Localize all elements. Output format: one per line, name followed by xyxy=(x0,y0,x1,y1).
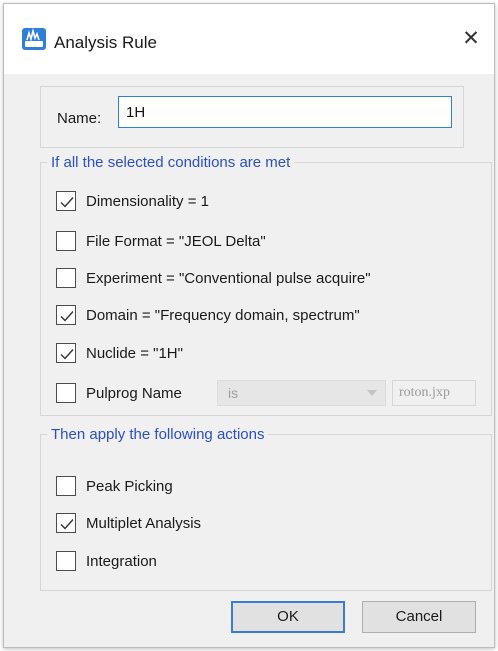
pulprog-value-field[interactable]: roton.jxp xyxy=(392,380,476,406)
action-multiplet-analysis-label: Multiplet Analysis xyxy=(86,514,202,532)
condition-pulprog-name-row[interactable]: Pulprog Name xyxy=(56,382,182,404)
app-icon xyxy=(22,27,46,50)
checkmark-icon xyxy=(60,519,74,530)
condition-domain-row[interactable]: Domain = "Frequency domain, spectrum" xyxy=(56,304,360,326)
condition-experiment-checkbox[interactable] xyxy=(56,268,76,288)
action-peak-picking-checkbox[interactable] xyxy=(56,476,76,496)
action-peak-picking-label: Peak Picking xyxy=(86,477,173,495)
name-label: Name: xyxy=(57,110,102,127)
condition-nuclide-checkbox[interactable] xyxy=(56,343,76,363)
name-input[interactable] xyxy=(118,96,452,128)
condition-pulprog-name-checkbox[interactable] xyxy=(56,383,76,403)
condition-domain-label: Domain = "Frequency domain, spectrum" xyxy=(86,306,360,324)
title-bar: Analysis Rule ✕ xyxy=(4,4,494,74)
cancel-button[interactable]: Cancel xyxy=(362,601,476,633)
conditions-title: If all the selected conditions are met xyxy=(47,154,295,171)
action-multiplet-analysis-checkbox[interactable] xyxy=(56,513,76,533)
condition-domain-checkbox[interactable] xyxy=(56,305,76,325)
name-section: Name: xyxy=(40,86,464,148)
condition-dimensionality-label: Dimensionality = 1 xyxy=(86,192,209,210)
condition-experiment-row[interactable]: Experiment = "Conventional pulse acquire… xyxy=(56,267,371,289)
checkmark-icon xyxy=(60,197,74,208)
action-integration-checkbox[interactable] xyxy=(56,551,76,571)
window-title: Analysis Rule xyxy=(54,33,157,52)
condition-pulprog-name-label: Pulprog Name xyxy=(86,384,182,402)
condition-file-format-checkbox[interactable] xyxy=(56,231,76,251)
checkmark-icon xyxy=(60,349,74,360)
actions-title: Then apply the following actions xyxy=(47,426,269,443)
action-integration-row[interactable]: Integration xyxy=(56,550,157,572)
ok-button[interactable]: OK xyxy=(231,601,345,633)
action-integration-label: Integration xyxy=(86,552,157,570)
pulprog-operator-select[interactable]: is xyxy=(217,380,386,406)
action-multiplet-analysis-row[interactable]: Multiplet Analysis xyxy=(56,512,201,534)
checkmark-icon xyxy=(60,311,74,322)
condition-file-format-label: File Format = "JEOL Delta" xyxy=(86,232,266,250)
chevron-down-icon xyxy=(367,390,377,396)
close-button[interactable]: ✕ xyxy=(454,24,488,54)
condition-dimensionality-checkbox[interactable] xyxy=(56,191,76,211)
action-peak-picking-row[interactable]: Peak Picking xyxy=(56,475,173,497)
condition-experiment-label: Experiment = "Conventional pulse acquire… xyxy=(86,269,371,287)
condition-nuclide-label: Nuclide = "1H" xyxy=(86,344,183,362)
condition-nuclide-row[interactable]: Nuclide = "1H" xyxy=(56,342,183,364)
condition-dimensionality-row[interactable]: Dimensionality = 1 xyxy=(56,190,209,212)
condition-file-format-row[interactable]: File Format = "JEOL Delta" xyxy=(56,230,266,252)
pulprog-operator-value: is xyxy=(228,385,239,401)
